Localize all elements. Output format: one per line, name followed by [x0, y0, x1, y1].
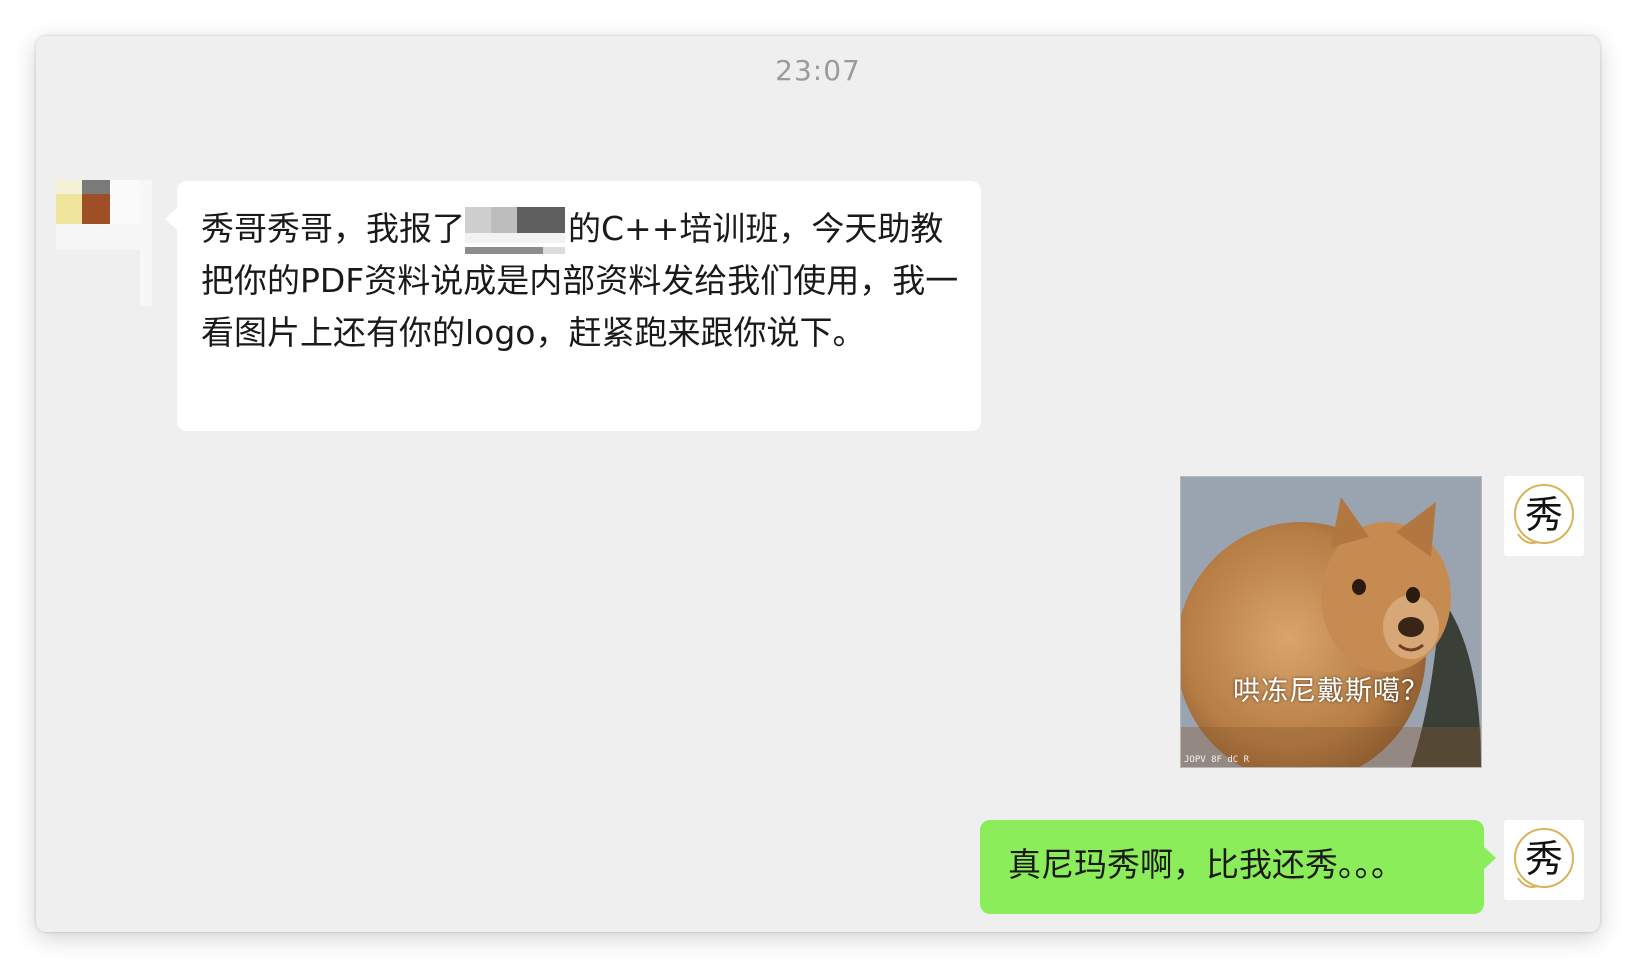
- contact-avatar[interactable]: [56, 180, 154, 306]
- sticker-caption: 哄冻尼戴斯噶？: [1233, 676, 1429, 707]
- redacted-mosaic: [465, 203, 568, 255]
- sticker-watermark: JOPV 8F dC R: [1184, 755, 1250, 765]
- svg-text:秀: 秀: [1525, 493, 1563, 537]
- outgoing-message-text: 真尼玛秀啊，比我还秀。。。: [1008, 845, 1404, 884]
- xiu-logo-icon: 秀: [1514, 828, 1574, 888]
- incoming-message-bubble[interactable]: 秀哥秀哥，我报了 的C++培训班，今天助教把你的PDF资料说成是内部资料发给我们使…: [165, 181, 981, 431]
- my-avatar-2[interactable]: 秀: [1504, 820, 1584, 900]
- incoming-text-before: 秀哥秀哥，我报了: [201, 209, 465, 248]
- outgoing-message-bubble[interactable]: 真尼玛秀啊，比我还秀。。。: [980, 820, 1496, 914]
- message-timestamp: 23:07: [775, 54, 861, 87]
- svg-text:秀: 秀: [1525, 837, 1563, 881]
- xiu-logo-icon: 秀: [1514, 484, 1574, 544]
- chat-window: 23:07 秀哥秀哥，我报了 的C++培训班，今天助教把你的PDF资料说成是内部资…: [36, 36, 1600, 932]
- dog-sticker-image[interactable]: 哄冻尼戴斯噶？ JOPV 8F dC R: [1180, 476, 1482, 768]
- incoming-message-text: 秀哥秀哥，我报了 的C++培训班，今天助教把你的PDF资料说成是内部资料发给我们使…: [201, 203, 961, 359]
- my-avatar[interactable]: 秀: [1504, 476, 1584, 556]
- dog-illustration: [1181, 477, 1481, 767]
